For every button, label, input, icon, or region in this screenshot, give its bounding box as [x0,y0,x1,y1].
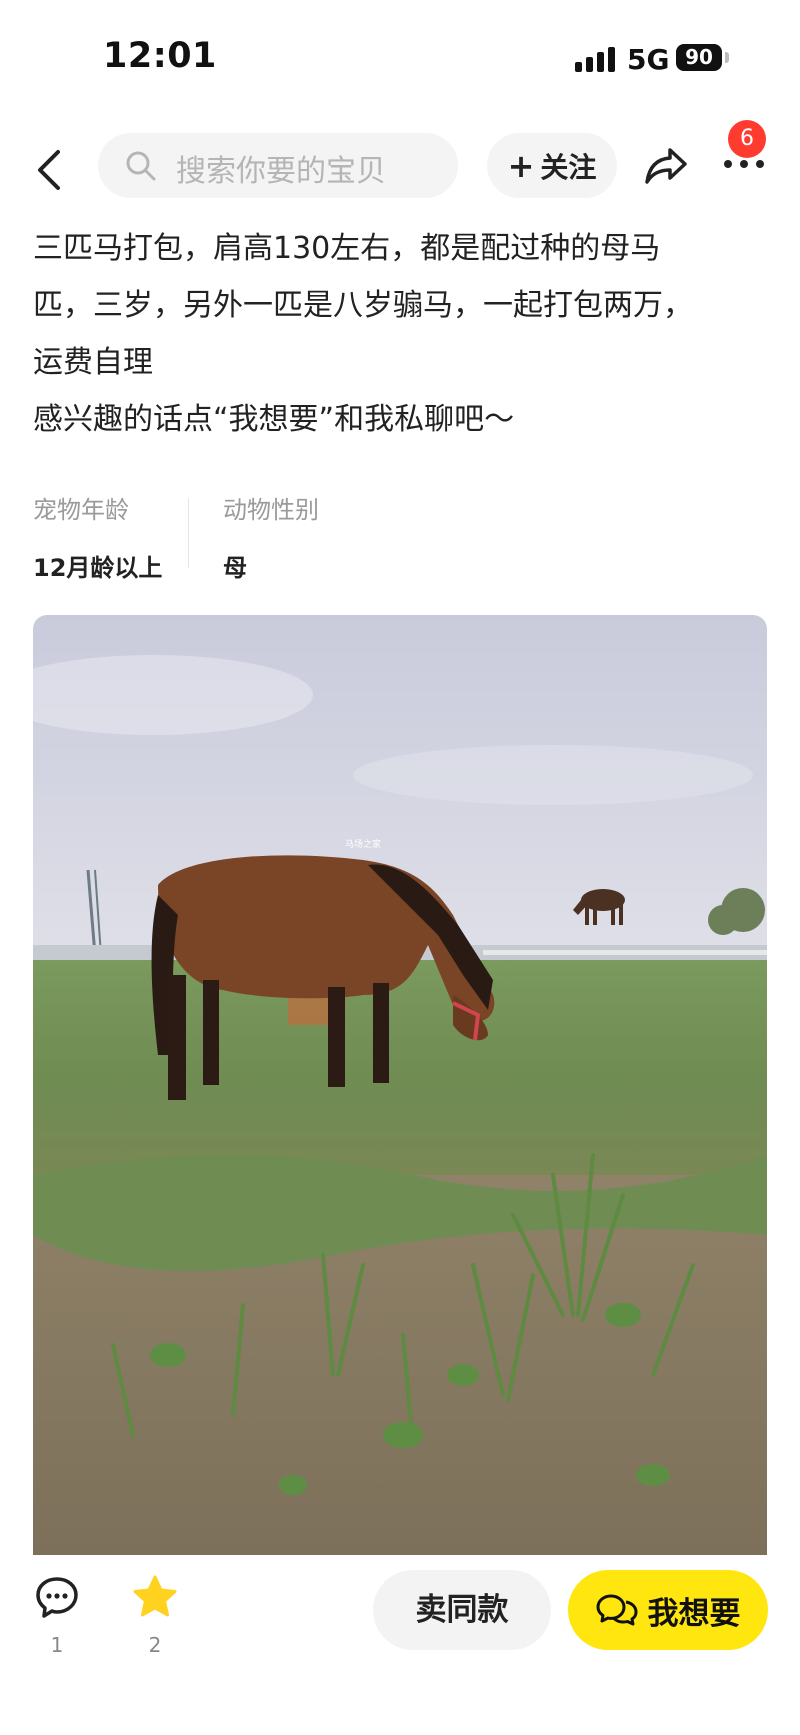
comment-button[interactable]: 1 [27,1575,87,1657]
attr-key: 动物性别 [223,496,319,524]
watermark: 马场之家 [345,838,381,850]
attr-value: 母 [223,554,247,582]
network-type: 5G [627,43,670,76]
share-icon[interactable] [643,144,689,192]
search-placeholder: 搜索你要的宝贝 [176,154,386,189]
signal-icon [575,47,615,72]
top-nav: 搜索你要的宝贝 + 关注 6 [0,120,800,220]
item-description: 三匹马打包，肩高130左右，都是配过种的母马 匹，三岁，另外一匹是八岁骟马，一起… [33,220,773,448]
attr-value: 12月龄以上 [33,554,163,582]
want-label: 我想要 [647,1595,741,1632]
item-photo[interactable]: 马场之家 [33,615,767,1555]
sell-same-button[interactable]: 卖同款 [373,1570,551,1650]
search-bar[interactable]: 搜索你要的宝贝 [98,133,458,198]
attr-key: 宠物年龄 [33,496,129,524]
search-icon [126,151,156,181]
more-icon[interactable] [724,160,764,168]
status-time: 12:01 [103,36,217,76]
description-line: 匹，三岁，另外一匹是八岁骟马，一起打包两万， [33,288,693,323]
battery-tip [725,52,729,63]
favorite-count: 2 [148,1633,162,1657]
bottom-action-bar: 1 2 卖同款 我想要 [0,1555,800,1735]
star-icon [133,1575,177,1617]
chat-bubbles-icon [596,1594,637,1626]
status-bar: 12:01 5G 90 [0,0,800,110]
favorite-button[interactable]: 2 [125,1575,185,1657]
want-button[interactable]: 我想要 [568,1570,768,1650]
attr-pet-age: 宠物年龄 12月龄以上 [33,490,162,583]
notification-badge: 6 [728,120,766,158]
description-line: 运费自理 [33,345,153,380]
attr-animal-gender: 动物性别 母 [223,490,319,583]
item-attributes: 宠物年龄 12月龄以上 动物性别 母 [33,490,773,582]
battery-icon: 90 [676,44,722,71]
attr-divider [188,498,189,568]
description-line: 三匹马打包，肩高130左右，都是配过种的母马 [33,231,661,266]
follow-button[interactable]: + 关注 [487,133,617,198]
plus-icon: + [507,146,535,185]
description-line: 感兴趣的话点“我想要”和我私聊吧～ [33,402,515,437]
comment-count: 1 [50,1633,64,1657]
comment-icon [36,1577,78,1618]
follow-label: 关注 [540,150,597,184]
back-icon[interactable] [28,146,72,194]
